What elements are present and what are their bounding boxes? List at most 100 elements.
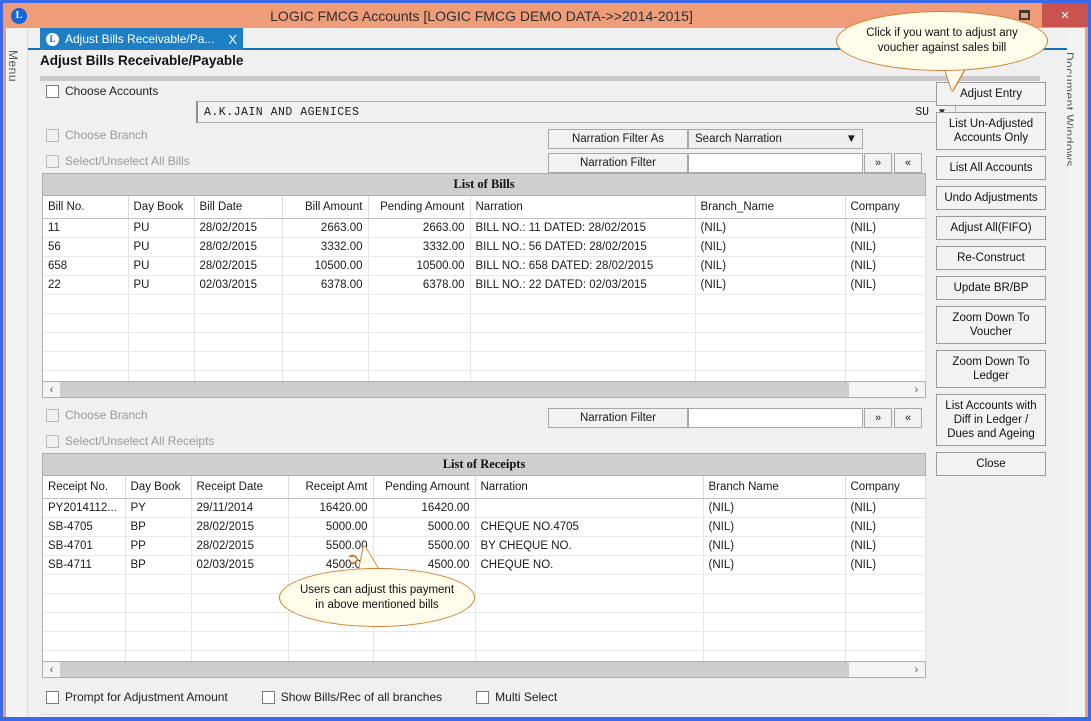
table-cell[interactable]: 10500.00 xyxy=(282,256,369,276)
table-cell[interactable]: 28/02/2015 xyxy=(194,237,283,257)
table-row[interactable]: SB-4711 BP 02/03/2015 4500.00 4500.00 CHEQUE … xyxy=(43,555,926,575)
narration-filter-bills-button[interactable]: Narration Filter xyxy=(548,153,688,173)
table-cell-empty[interactable] xyxy=(288,631,374,651)
table-cell[interactable]: CHEQUE NO.4705 xyxy=(475,517,704,537)
column-header[interactable]: Company xyxy=(845,196,926,219)
column-header[interactable]: Narration xyxy=(470,196,696,219)
table-cell-empty[interactable] xyxy=(43,294,129,314)
table-cell[interactable]: 6378.00 xyxy=(368,275,471,295)
column-header[interactable]: Day Book xyxy=(128,196,195,219)
table-cell-empty[interactable] xyxy=(475,593,704,613)
table-cell-empty[interactable] xyxy=(695,313,846,333)
table-cell-empty[interactable] xyxy=(475,612,704,632)
narration-forward-bills-button[interactable]: » xyxy=(864,153,892,173)
table-cell-empty[interactable] xyxy=(191,612,289,632)
table-cell-empty[interactable] xyxy=(368,313,471,333)
table-cell[interactable]: (NIL) xyxy=(845,237,926,257)
table-cell-empty[interactable] xyxy=(470,351,696,371)
option-multi-select[interactable]: Multi Select xyxy=(476,690,557,704)
table-cell-empty[interactable] xyxy=(128,294,195,314)
table-cell[interactable]: 3332.00 xyxy=(368,237,471,257)
narration-back-receipts-button[interactable]: « xyxy=(894,408,922,428)
table-cell[interactable]: PY xyxy=(125,498,192,518)
table-cell-empty[interactable] xyxy=(695,351,846,371)
table-cell-empty[interactable] xyxy=(368,332,471,352)
narration-filter-as-button[interactable]: Narration Filter As xyxy=(548,129,688,149)
table-cell[interactable]: PU xyxy=(128,256,195,276)
table-cell[interactable]: SB-4705 xyxy=(43,517,126,537)
column-header[interactable]: Branch Name xyxy=(703,476,846,499)
receipts-horizontal-scrollbar[interactable]: ‹ › xyxy=(42,661,926,678)
choose-accounts-checkbox[interactable] xyxy=(46,84,59,98)
table-cell-empty[interactable] xyxy=(470,294,696,314)
table-row-empty[interactable] xyxy=(43,593,926,613)
table-cell[interactable]: 5500.00 xyxy=(373,536,476,556)
table-cell[interactable]: 28/02/2015 xyxy=(191,517,289,537)
option-prompt-for-adjustment-amount[interactable]: Prompt for Adjustment Amount xyxy=(46,690,228,704)
table-cell[interactable]: 2663.00 xyxy=(368,218,471,238)
table-row-empty[interactable] xyxy=(43,313,926,333)
table-cell-empty[interactable] xyxy=(43,574,126,594)
column-header[interactable]: Bill Amount xyxy=(282,196,369,219)
scroll-right-icon[interactable]: › xyxy=(908,384,925,396)
narration-back-bills-button[interactable]: « xyxy=(894,153,922,173)
table-cell-empty[interactable] xyxy=(703,631,846,651)
table-cell[interactable]: 29/11/2014 xyxy=(191,498,289,518)
table-cell-empty[interactable] xyxy=(703,574,846,594)
column-header[interactable]: Receipt No. xyxy=(43,476,126,499)
table-cell[interactable]: 56 xyxy=(43,237,129,257)
table-cell-empty[interactable] xyxy=(845,593,926,613)
account-select-field[interactable]: A.K.JAIN AND AGENICES SU ▼ xyxy=(196,101,956,123)
table-cell-empty[interactable] xyxy=(128,313,195,333)
bills-horizontal-scrollbar[interactable]: ‹ › xyxy=(42,381,926,398)
side-button-close[interactable]: Close xyxy=(936,452,1046,476)
table-cell[interactable]: (NIL) xyxy=(845,536,926,556)
table-cell-empty[interactable] xyxy=(191,631,289,651)
table-cell[interactable]: PU xyxy=(128,237,195,257)
table-cell[interactable]: SB-4701 xyxy=(43,536,126,556)
table-row[interactable]: SB-4701 PP 28/02/2015 5500.00 5500.00 BY CHEQ… xyxy=(43,536,926,556)
table-row-empty[interactable] xyxy=(43,351,926,371)
table-cell[interactable]: (NIL) xyxy=(695,275,846,295)
table-cell[interactable]: 02/03/2015 xyxy=(191,555,289,575)
column-header[interactable]: Receipt Date xyxy=(191,476,289,499)
bills-scroll-track[interactable] xyxy=(60,382,908,397)
choose-accounts-row[interactable]: Choose Accounts xyxy=(46,84,158,98)
scroll-right-icon[interactable]: › xyxy=(908,664,925,676)
table-row[interactable]: SB-4705 BP 28/02/2015 5000.00 5000.00 CHEQUE … xyxy=(43,517,926,537)
table-cell-empty[interactable] xyxy=(191,593,289,613)
table-cell[interactable]: 16420.00 xyxy=(373,498,476,518)
table-cell-empty[interactable] xyxy=(845,294,926,314)
side-button-undo-adjustments[interactable]: Undo Adjustments xyxy=(936,186,1046,210)
table-cell-empty[interactable] xyxy=(128,351,195,371)
table-cell-empty[interactable] xyxy=(43,612,126,632)
table-cell[interactable]: BILL NO.: 56 DATED: 28/02/2015 xyxy=(470,237,696,257)
table-cell-empty[interactable] xyxy=(194,294,283,314)
table-cell-empty[interactable] xyxy=(128,332,195,352)
table-cell-empty[interactable] xyxy=(43,593,126,613)
table-cell-empty[interactable] xyxy=(43,313,129,333)
table-cell-empty[interactable] xyxy=(125,631,192,651)
side-button-zoom-down-to-ledger[interactable]: Zoom Down To Ledger xyxy=(936,350,1046,388)
table-cell[interactable]: (NIL) xyxy=(703,536,846,556)
table-row-empty[interactable] xyxy=(43,631,926,651)
table-cell-empty[interactable] xyxy=(703,612,846,632)
table-row[interactable]: 22 PU 02/03/2015 6378.00 6378.00 BILL NO.: 22… xyxy=(43,275,926,295)
table-cell-empty[interactable] xyxy=(703,593,846,613)
table-cell[interactable]: BILL NO.: 11 DATED: 28/02/2015 xyxy=(470,218,696,238)
table-cell[interactable]: 22 xyxy=(43,275,129,295)
narration-filter-receipts-button[interactable]: Narration Filter xyxy=(548,408,688,428)
table-cell-empty[interactable] xyxy=(282,294,369,314)
table-cell[interactable]: CHEQUE NO. xyxy=(475,555,704,575)
table-row[interactable]: 658 PU 28/02/2015 10500.00 10500.00 BILL NO.:… xyxy=(43,256,926,276)
receipts-scroll-track[interactable] xyxy=(60,662,908,677)
table-cell[interactable]: 28/02/2015 xyxy=(194,256,283,276)
table-cell-empty[interactable] xyxy=(194,332,283,352)
table-row[interactable]: 56 PU 28/02/2015 3332.00 3332.00 BILL NO.: 56… xyxy=(43,237,926,257)
receipts-scroll-thumb[interactable] xyxy=(60,662,849,677)
table-cell[interactable]: (NIL) xyxy=(845,275,926,295)
column-header[interactable]: Pending Amount xyxy=(368,196,471,219)
table-cell-empty[interactable] xyxy=(475,574,704,594)
table-cell-empty[interactable] xyxy=(845,332,926,352)
table-cell-empty[interactable] xyxy=(191,574,289,594)
